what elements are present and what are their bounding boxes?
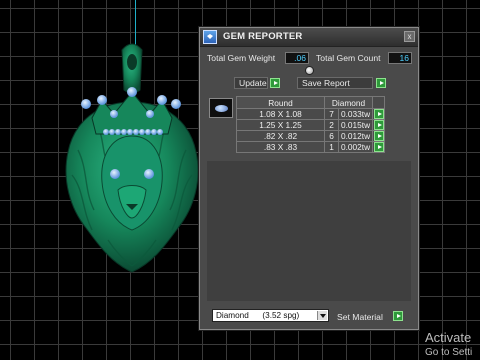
table-row[interactable]: .82 X .82 6 0.012tw <box>236 130 386 142</box>
activation-watermark-title: Activate <box>425 330 472 345</box>
table-row[interactable]: 1.08 X 1.08 7 0.033tw <box>236 108 386 120</box>
row-go-icon[interactable] <box>373 131 384 141</box>
gem-size: 1.25 X 1.25 <box>236 119 325 131</box>
table-row[interactable]: .83 X .83 1 0.002tw <box>236 141 386 153</box>
table-header-row: Round Diamond <box>236 96 386 109</box>
column-header-material: Diamond <box>323 96 374 109</box>
row-go-icon[interactable] <box>373 120 384 130</box>
gem-reporter-app-icon <box>203 30 217 44</box>
set-material-label[interactable]: Set Material <box>337 312 383 322</box>
total-gem-weight-label: Total Gem Weight <box>207 53 276 63</box>
gem-size: .82 X .82 <box>236 130 325 142</box>
round-knob-icon[interactable] <box>305 66 314 75</box>
row-go-icon[interactable] <box>373 109 384 119</box>
update-button[interactable]: Update <box>234 77 268 89</box>
gem-count: 6 <box>324 130 339 142</box>
gem-table: Round Diamond 1.08 X 1.08 7 0.033tw 1.25… <box>236 96 386 153</box>
gem-count: 2 <box>324 119 339 131</box>
activation-watermark-subtitle: Go to Setti <box>425 347 473 358</box>
gem-count: 7 <box>324 108 339 120</box>
row-go-icon[interactable] <box>373 142 384 152</box>
close-button[interactable]: x <box>404 31 415 42</box>
gem-weight: 0.012tw <box>337 130 374 142</box>
window-title: GEM REPORTER <box>223 31 303 42</box>
lion-pendant-model[interactable] <box>58 40 206 280</box>
gem-reporter-window: GEM REPORTER x Total Gem Weight .06 Tota… <box>199 27 419 330</box>
gem-size: .83 X .83 <box>236 141 325 153</box>
gem-weight: 0.033tw <box>337 108 374 120</box>
chevron-down-icon[interactable] <box>317 311 327 320</box>
total-gem-count-value: 16 <box>388 52 412 64</box>
save-report-go-icon[interactable] <box>376 78 386 88</box>
material-select-value: Diamond (3.52 spg) <box>216 311 300 320</box>
update-go-icon[interactable] <box>270 78 280 88</box>
material-select[interactable]: Diamond (3.52 spg) <box>212 309 329 322</box>
table-row[interactable]: 1.25 X 1.25 2 0.015tw <box>236 119 386 131</box>
gem-size: 1.08 X 1.08 <box>236 108 325 120</box>
save-report-button[interactable]: Save Report <box>297 77 373 89</box>
column-header-shape: Round <box>236 96 325 109</box>
gem-weight: 0.002tw <box>337 141 374 153</box>
total-gem-count-label: Total Gem Count <box>316 53 381 63</box>
title-bar[interactable]: GEM REPORTER x <box>200 28 418 47</box>
set-material-go-icon[interactable] <box>393 311 403 321</box>
round-diamond-icon <box>209 98 233 118</box>
report-area <box>207 161 411 301</box>
gem-count: 1 <box>324 141 339 153</box>
total-gem-weight-value: .06 <box>285 52 309 64</box>
gem-weight: 0.015tw <box>337 119 374 131</box>
